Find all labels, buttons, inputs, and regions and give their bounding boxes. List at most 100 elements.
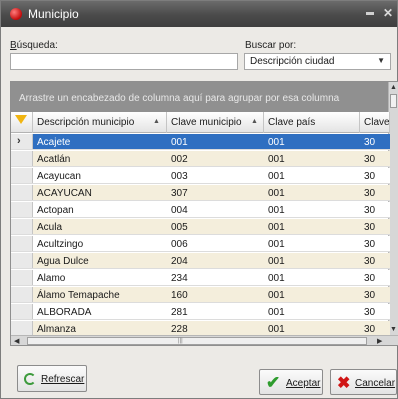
municipio-grid[interactable]: Arrastre un encabezado de columna aquí p… (10, 81, 398, 346)
vertical-scroll-thumb[interactable] (390, 94, 397, 108)
current-row-icon: › (17, 135, 21, 147)
table-cell[interactable]: 005 (167, 219, 264, 234)
column-header-clave-municipio[interactable]: Clave municipio ▲ (167, 112, 264, 133)
table-cell[interactable]: 001 (264, 236, 360, 251)
table-cell[interactable]: 307 (167, 185, 264, 200)
refresh-button[interactable]: Refrescar (17, 365, 87, 392)
row-indicator[interactable]: › (11, 134, 33, 149)
table-cell[interactable]: 001 (264, 185, 360, 200)
scroll-down-icon[interactable]: ▼ (390, 326, 397, 333)
table-cell[interactable]: 30 (360, 287, 390, 302)
table-cell[interactable]: 30 (360, 134, 390, 149)
table-cell[interactable]: 30 (360, 270, 390, 285)
row-indicator[interactable] (11, 304, 33, 319)
close-button[interactable]: ✕ (381, 6, 395, 20)
table-cell[interactable]: 30 (360, 185, 390, 200)
table-cell[interactable]: 30 (360, 304, 390, 319)
horizontal-scrollbar[interactable]: ◀ ||| ▶ (11, 335, 398, 345)
table-cell[interactable]: ALBORADA (33, 304, 167, 319)
table-cell[interactable]: Agua Dulce (33, 253, 167, 268)
table-cell[interactable]: 001 (264, 287, 360, 302)
table-cell[interactable]: 001 (264, 151, 360, 166)
title-bar[interactable]: Municipio ✕ (1, 1, 397, 27)
row-indicator[interactable] (11, 253, 33, 268)
search-by-label: Buscar por: (245, 40, 297, 51)
row-indicator[interactable] (11, 219, 33, 234)
row-indicator[interactable] (11, 321, 33, 336)
check-icon: ✔ (266, 373, 281, 392)
column-header-clave[interactable]: Clave (360, 112, 390, 133)
refresh-button-label: Refrescar (41, 374, 85, 385)
table-cell[interactable]: 001 (167, 134, 264, 149)
search-by-select[interactable]: Descripción ciudad ▼ (244, 53, 391, 70)
sort-ascending-icon: ▲ (251, 118, 258, 125)
row-indicator[interactable] (11, 236, 33, 251)
row-indicator[interactable] (11, 270, 33, 285)
table-row[interactable]: Álamo Temapache 160 001 30 (11, 287, 390, 303)
column-header-label: Clave país (268, 117, 316, 128)
scroll-right-icon[interactable]: ▶ (377, 337, 382, 345)
table-cell[interactable]: 281 (167, 304, 264, 319)
accept-button[interactable]: ✔ Aceptar (259, 369, 323, 395)
table-cell[interactable]: 30 (360, 151, 390, 166)
table-cell[interactable]: 001 (264, 321, 360, 336)
minimize-button[interactable] (363, 5, 377, 19)
table-row[interactable]: Agua Dulce 204 001 30 (11, 253, 390, 269)
table-row[interactable]: Actopan 004 001 30 (11, 202, 390, 218)
table-cell[interactable]: 002 (167, 151, 264, 166)
municipio-dialog: Municipio ✕ Búsqueda: Buscar por: Descri… (0, 0, 398, 399)
table-row[interactable]: Alamo 234 001 30 (11, 270, 390, 286)
table-cell[interactable]: 30 (360, 219, 390, 234)
search-input[interactable] (10, 53, 238, 70)
column-header-descripcion[interactable]: Descripción municipio ▲ (33, 112, 167, 133)
row-indicator[interactable] (11, 202, 33, 217)
horizontal-scroll-thumb[interactable]: ||| (27, 337, 367, 345)
table-cell[interactable]: 001 (264, 253, 360, 268)
table-cell[interactable]: 30 (360, 236, 390, 251)
table-cell[interactable]: 160 (167, 287, 264, 302)
scroll-left-icon[interactable]: ◀ (14, 337, 19, 345)
table-cell[interactable]: Acula (33, 219, 167, 234)
table-cell[interactable]: 30 (360, 321, 390, 336)
table-row[interactable]: Acultzingo 006 001 30 (11, 236, 390, 252)
table-row[interactable]: ALBORADA 281 001 30 (11, 304, 390, 320)
scroll-up-icon[interactable]: ▲ (390, 84, 397, 91)
table-row[interactable]: › Acajete 001 001 30 (11, 134, 390, 150)
table-cell[interactable]: ACAYUCAN (33, 185, 167, 200)
table-cell[interactable]: Almanza (33, 321, 167, 336)
table-cell[interactable]: 006 (167, 236, 264, 251)
table-row[interactable]: Acayucan 003 001 30 (11, 168, 390, 184)
table-row[interactable]: Acula 005 001 30 (11, 219, 390, 235)
table-cell[interactable]: 204 (167, 253, 264, 268)
table-cell[interactable]: 001 (264, 202, 360, 217)
table-cell[interactable]: Álamo Temapache (33, 287, 167, 302)
table-cell[interactable]: 30 (360, 253, 390, 268)
cancel-button[interactable]: ✖ Cancelar (330, 369, 397, 395)
row-indicator[interactable] (11, 287, 33, 302)
table-row[interactable]: Acatlán 002 001 30 (11, 151, 390, 167)
table-cell[interactable]: Acatlán (33, 151, 167, 166)
row-indicator[interactable] (11, 151, 33, 166)
table-cell[interactable]: 234 (167, 270, 264, 285)
row-indicator[interactable] (11, 185, 33, 200)
filter-icon[interactable] (15, 115, 27, 124)
table-cell[interactable]: 003 (167, 168, 264, 183)
table-cell[interactable]: 001 (264, 304, 360, 319)
table-cell[interactable]: 001 (264, 168, 360, 183)
column-header-clave-pais[interactable]: Clave país (264, 112, 360, 133)
table-cell[interactable]: 001 (264, 134, 360, 149)
group-by-panel[interactable]: Arrastre un encabezado de columna aquí p… (11, 82, 390, 112)
table-cell[interactable]: 228 (167, 321, 264, 336)
table-cell[interactable]: 30 (360, 168, 390, 183)
table-cell[interactable]: 001 (264, 219, 360, 234)
table-cell[interactable]: 004 (167, 202, 264, 217)
table-cell[interactable]: Actopan (33, 202, 167, 217)
table-cell[interactable]: 30 (360, 202, 390, 217)
table-cell[interactable]: Acayucan (33, 168, 167, 183)
table-cell[interactable]: 001 (264, 270, 360, 285)
table-cell[interactable]: Acultzingo (33, 236, 167, 251)
table-cell[interactable]: Alamo (33, 270, 167, 285)
row-indicator[interactable] (11, 168, 33, 183)
table-row[interactable]: ACAYUCAN 307 001 30 (11, 185, 390, 201)
table-cell[interactable]: Acajete (33, 134, 167, 149)
